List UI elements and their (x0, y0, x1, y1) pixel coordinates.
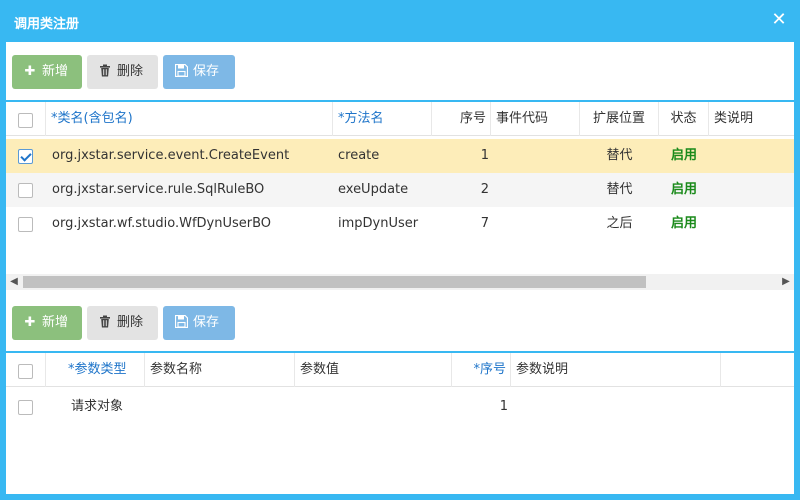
param-desc-cell (516, 390, 721, 424)
position-cell: 替代 (606, 182, 633, 197)
position-cell: 之后 (606, 216, 633, 231)
grid-header: *类名(含包名) *方法名 序号 事件代码 扩展位置 状态 类说明 (6, 102, 794, 136)
header-status[interactable]: 状态 (659, 102, 709, 136)
event-code-cell (496, 139, 580, 173)
class-name-cell: org.jxstar.service.rule.SqlRuleBO (52, 182, 265, 197)
header-param-seq[interactable]: *序号 (452, 353, 511, 387)
status-badge: 启用 (670, 216, 697, 231)
grid-header: *参数类型 参数名称 参数值 *序号 参数说明 (6, 353, 794, 387)
dialog-title: 调用类注册 (14, 17, 80, 32)
header-event-code[interactable]: 事件代码 (491, 102, 580, 136)
select-all-checkbox[interactable] (18, 364, 33, 379)
header-class-desc[interactable]: 类说明 (709, 102, 794, 136)
header-filler (721, 353, 794, 387)
bottom-toolbar: ✚ 新增 删除 保存 (6, 294, 794, 344)
row-checkbox[interactable] (18, 183, 33, 198)
floppy-disk-icon (174, 55, 188, 89)
delete-button-label: 删除 (117, 64, 144, 79)
header-position[interactable]: 扩展位置 (580, 102, 659, 136)
class-desc-cell (714, 207, 794, 241)
seq-cell: 7 (480, 216, 489, 231)
row-checkbox[interactable] (18, 400, 33, 415)
param-add-button[interactable]: ✚ 新增 (12, 306, 82, 340)
seq-cell: 1 (480, 148, 489, 163)
header-method-name[interactable]: *方法名 (333, 102, 432, 136)
plus-icon: ✚ (24, 64, 36, 79)
table-row[interactable]: 请求对象 1 (6, 390, 794, 424)
param-save-button[interactable]: 保存 (163, 306, 235, 340)
select-all-checkbox[interactable] (18, 113, 33, 128)
header-param-type[interactable]: *参数类型 (46, 353, 145, 387)
class-name-cell: org.jxstar.service.event.CreateEvent (52, 148, 290, 163)
position-cell: 替代 (606, 148, 633, 163)
method-cell: impDynUser (338, 216, 419, 231)
add-button-label: 新增 (42, 64, 69, 79)
parameter-grid: *参数类型 参数名称 参数值 *序号 参数说明 请求对象 1 (6, 351, 794, 494)
header-param-value[interactable]: 参数值 (295, 353, 452, 387)
save-button[interactable]: 保存 (163, 55, 235, 89)
scrollbar-thumb[interactable] (23, 276, 646, 288)
save-button-label: 保存 (193, 315, 220, 330)
floppy-disk-icon (174, 306, 188, 340)
class-name-cell: org.jxstar.wf.studio.WfDynUserBO (52, 216, 272, 231)
delete-button[interactable]: 删除 (87, 55, 158, 89)
event-code-cell (496, 173, 580, 207)
param-type-cell: 请求对象 (71, 399, 124, 414)
method-cell: create (338, 148, 380, 163)
param-delete-button[interactable]: 删除 (87, 306, 158, 340)
scroll-right-icon[interactable]: ▶ (778, 274, 794, 290)
delete-button-label: 删除 (117, 315, 144, 330)
header-param-desc[interactable]: 参数说明 (511, 353, 721, 387)
add-button[interactable]: ✚ 新增 (12, 55, 82, 89)
table-row[interactable]: org.jxstar.service.rule.SqlRuleBO exeUpd… (6, 173, 794, 207)
dialog-window: 调用类注册 ✕ ✚ 新增 删除 保存 *类名(含包名) *方法名 序号 事件代码… (0, 0, 800, 500)
header-class-name[interactable]: *类名(含包名) (46, 102, 333, 136)
save-button-label: 保存 (193, 64, 220, 79)
header-param-name[interactable]: 参数名称 (145, 353, 295, 387)
top-toolbar: ✚ 新增 删除 保存 (6, 43, 794, 93)
status-badge: 启用 (670, 148, 697, 163)
dialog-titlebar: 调用类注册 ✕ (0, 0, 800, 42)
class-desc-cell (714, 173, 794, 207)
status-badge: 启用 (670, 182, 697, 197)
trash-icon (98, 55, 112, 89)
table-row[interactable]: org.jxstar.wf.studio.WfDynUserBO impDynU… (6, 207, 794, 241)
close-icon[interactable]: ✕ (770, 11, 788, 29)
select-all-cell (6, 353, 46, 387)
header-seq[interactable]: 序号 (432, 102, 491, 136)
param-seq-cell: 1 (499, 399, 508, 414)
class-registration-grid: *类名(含包名) *方法名 序号 事件代码 扩展位置 状态 类说明 org.jx… (6, 100, 794, 290)
param-name-cell (150, 390, 295, 424)
method-cell: exeUpdate (338, 182, 409, 197)
add-button-label: 新增 (42, 315, 69, 330)
class-desc-cell (714, 139, 794, 173)
select-all-cell (6, 102, 46, 136)
row-checkbox[interactable] (18, 149, 33, 164)
trash-icon (98, 306, 112, 340)
event-code-cell (496, 207, 580, 241)
table-row[interactable]: org.jxstar.service.event.CreateEvent cre… (6, 139, 794, 173)
param-value-cell (300, 390, 452, 424)
scroll-left-icon[interactable]: ◀ (6, 274, 22, 290)
seq-cell: 2 (480, 182, 489, 197)
row-checkbox[interactable] (18, 217, 33, 232)
horizontal-scrollbar[interactable]: ◀ ▶ (6, 274, 794, 290)
plus-icon: ✚ (24, 315, 36, 330)
